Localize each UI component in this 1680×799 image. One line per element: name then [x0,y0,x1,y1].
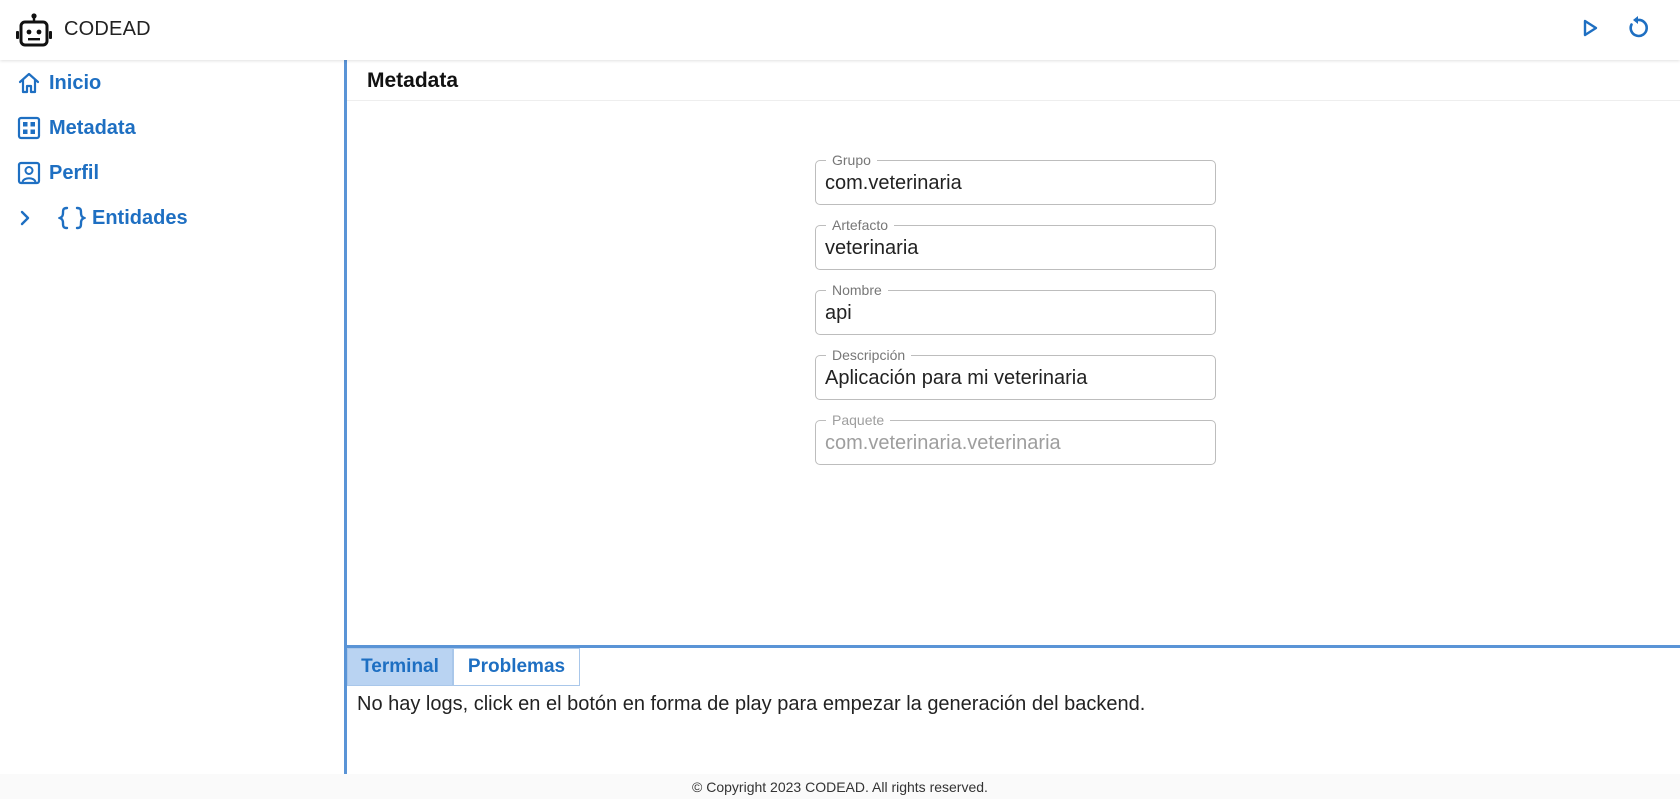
play-icon [1580,18,1600,43]
field-label: Paquete [826,411,891,429]
profile-icon [16,160,42,186]
nombre-field: Nombre [815,281,1216,335]
sidebar-item-label: Inicio [49,71,102,94]
grupo-input[interactable] [825,170,1205,196]
descripcion-input[interactable] [825,365,1205,391]
sidebar-item-entidades[interactable]: Entidades [0,198,344,238]
field-label: Grupo [826,151,877,169]
braces-icon [58,205,86,231]
sidebar-item-label: Entidades [92,206,188,229]
copyright-text: © Copyright 2023 CODEAD. All rights rese… [692,778,988,795]
footer: © Copyright 2023 CODEAD. All rights rese… [0,774,1680,799]
refresh-icon [1625,15,1651,46]
paquete-field: Paquete [815,411,1216,465]
artefacto-input[interactable] [825,235,1205,261]
console-message: No hay logs, click en el botón en forma … [357,693,1146,715]
home-icon [16,70,42,96]
artefacto-field: Artefacto [815,216,1216,270]
page-title: Metadata [367,69,459,92]
sidebar-item-inicio[interactable]: Inicio [0,63,344,103]
app-header: CODEAD [0,0,1680,60]
sidebar-item-label: Perfil [49,161,100,184]
chevron-right-icon[interactable] [17,208,33,228]
robot-icon [15,13,53,47]
tab-terminal[interactable]: Terminal [347,648,453,686]
grupo-field: Grupo [815,151,1216,205]
descripcion-field: Descripción [815,346,1216,400]
play-button[interactable] [1574,14,1606,46]
field-label: Descripción [826,346,912,364]
grid-icon [16,115,42,141]
sidebar: Inicio Metadata Perfil Entidades [0,60,344,774]
title-divider [347,100,1680,101]
sidebar-item-label: Metadata [49,116,136,139]
field-label: Nombre [826,281,888,299]
field-label: Artefacto [826,216,895,234]
nombre-input[interactable] [825,300,1205,326]
paquete-input [825,430,1205,456]
refresh-button[interactable] [1622,14,1654,46]
tab-problemas[interactable]: Problemas [453,648,580,686]
console-panel: Terminal Problemas No hay logs, click en… [347,648,1680,774]
main-panel: Metadata Grupo Artefacto Nombre Descripc… [347,60,1680,646]
sidebar-item-metadata[interactable]: Metadata [0,108,344,148]
sidebar-item-perfil[interactable]: Perfil [0,153,344,193]
app-title: CODEAD [64,18,151,40]
